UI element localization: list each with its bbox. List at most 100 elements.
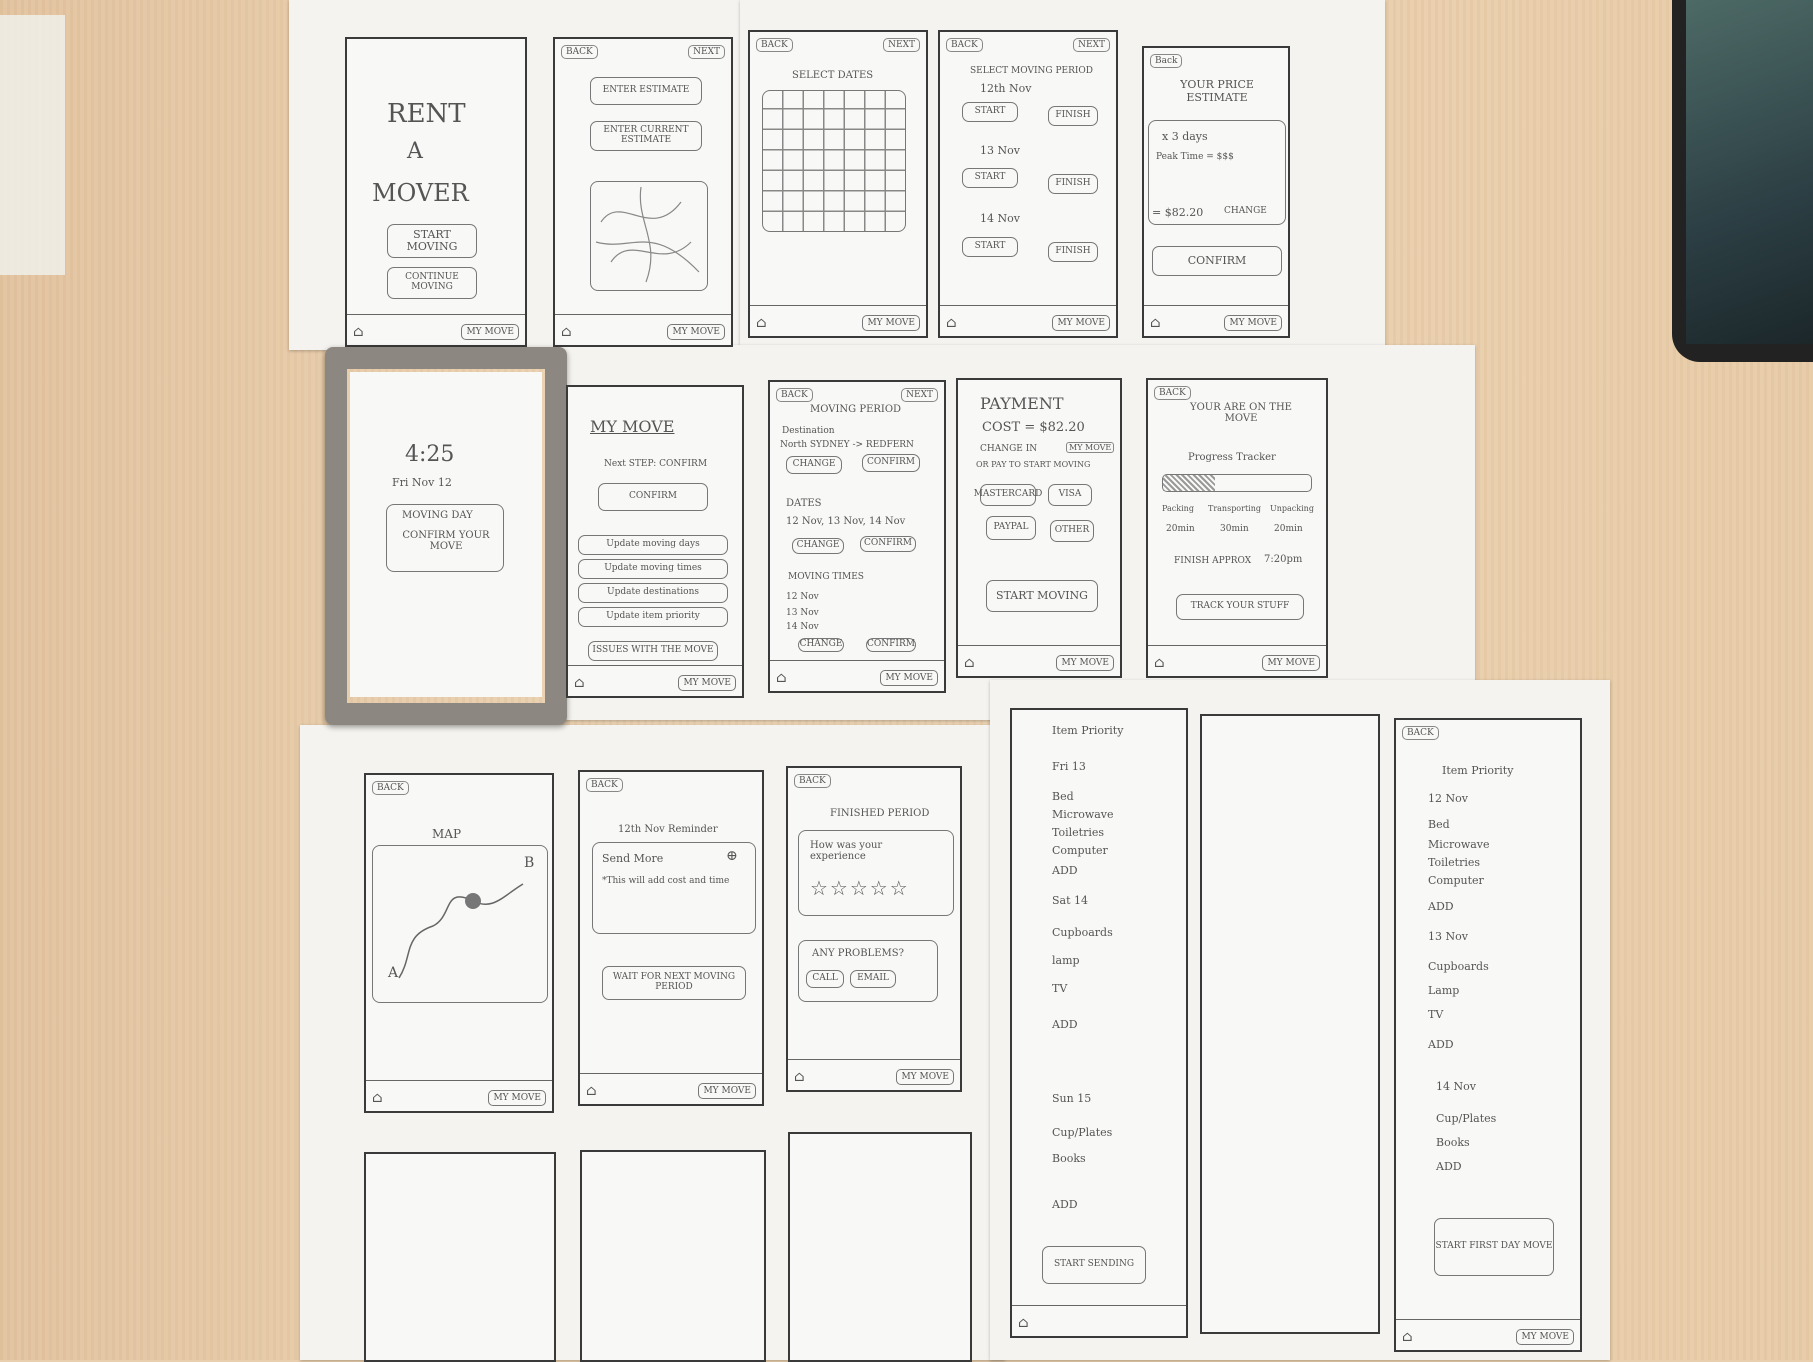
finish-button[interactable]: FINISH	[1048, 174, 1098, 194]
back-button[interactable]: BACK	[372, 781, 409, 795]
my-move-button[interactable]: MY MOVE	[880, 670, 938, 686]
confirm-button[interactable]: CONFIRM	[866, 638, 916, 652]
next-button[interactable]: NEXT	[688, 45, 725, 59]
days-label: x 3 days	[1162, 130, 1208, 143]
star-rating[interactable]: ☆☆☆☆☆	[810, 876, 910, 900]
back-button[interactable]: Back	[1150, 54, 1183, 68]
add-icon[interactable]: ⊕	[726, 848, 738, 864]
add-item-button[interactable]: ADD	[1428, 1038, 1454, 1051]
house-icon[interactable]: ⌂	[1018, 1315, 1029, 1331]
house-icon[interactable]: ⌂	[1154, 655, 1165, 671]
house-icon[interactable]: ⌂	[964, 655, 975, 671]
call-button[interactable]: CALL	[806, 970, 844, 988]
finish-button[interactable]: FINISH	[1048, 106, 1098, 126]
house-icon[interactable]: ⌂	[1402, 1329, 1413, 1345]
confirm-button[interactable]: CONFIRM	[598, 483, 708, 511]
my-move-button[interactable]: MY MOVE	[1224, 315, 1282, 331]
confirm-button[interactable]: CONFIRM	[860, 536, 916, 552]
my-move-button[interactable]: MY MOVE	[896, 1069, 954, 1085]
change-button[interactable]: CHANGE	[1224, 206, 1267, 216]
update-item-priority-button[interactable]: Update item priority	[578, 607, 728, 627]
calendar-grid[interactable]	[762, 90, 906, 232]
item-row: Cupboards	[1428, 960, 1489, 973]
my-move-button[interactable]: MY MOVE	[1262, 655, 1320, 671]
update-moving-times-button[interactable]: Update moving times	[578, 559, 728, 579]
update-destinations-button[interactable]: Update destinations	[578, 583, 728, 603]
my-move-button[interactable]: MY MOVE	[862, 315, 920, 331]
day-12-label: 12th Nov	[980, 82, 1032, 95]
next-button[interactable]: NEXT	[883, 38, 920, 52]
finish-button[interactable]: FINISH	[1048, 242, 1098, 262]
start-button[interactable]: START	[962, 168, 1018, 188]
change-button[interactable]: CHANGE	[798, 638, 844, 652]
issues-button[interactable]: ISSUES WITH THE MOVE	[588, 641, 718, 661]
start-moving-button[interactable]: START MOVING	[986, 580, 1098, 612]
house-icon[interactable]: ⌂	[353, 324, 364, 340]
add-item-button[interactable]: ADD	[1428, 900, 1454, 913]
confirm-button[interactable]: CONFIRM	[1152, 246, 1282, 276]
back-button[interactable]: BACK	[586, 778, 623, 792]
house-icon[interactable]: ⌂	[586, 1083, 597, 1099]
my-move-button[interactable]: MY MOVE	[488, 1090, 546, 1106]
house-icon[interactable]: ⌂	[1150, 315, 1161, 331]
empty-screen	[1200, 714, 1380, 1334]
back-button[interactable]: BACK	[756, 38, 793, 52]
next-button[interactable]: NEXT	[1073, 38, 1110, 52]
back-button[interactable]: BACK	[1154, 386, 1191, 400]
add-item-button[interactable]: ADD	[1052, 1198, 1078, 1211]
time-row-14: 14 Nov	[786, 622, 819, 632]
my-move-button[interactable]: MY MOVE	[678, 675, 736, 691]
finish-approx-label: FINISH APPROX	[1174, 556, 1252, 566]
back-button[interactable]: BACK	[946, 38, 983, 52]
confirm-button[interactable]: CONFIRM	[862, 454, 920, 472]
screen-item-priority-a: Item Priority Fri 13 Bed Microwave Toile…	[1010, 708, 1188, 1338]
start-button[interactable]: START	[962, 237, 1018, 257]
email-button[interactable]: EMAIL	[850, 970, 896, 988]
time-row-13: 13 Nov	[786, 608, 819, 618]
start-moving-button[interactable]: START MOVING	[387, 224, 477, 258]
back-button[interactable]: BACK	[794, 774, 831, 788]
day-sun-label: Sun 15	[1052, 1092, 1092, 1105]
item-row: Computer	[1428, 874, 1484, 887]
map-panel[interactable]	[372, 845, 548, 1003]
start-button[interactable]: START	[962, 102, 1018, 122]
house-icon[interactable]: ⌂	[776, 670, 787, 686]
paypal-button[interactable]: PAYPAL	[986, 516, 1036, 540]
packing-label: Packing	[1162, 504, 1194, 513]
my-move-button[interactable]: MY MOVE	[461, 324, 519, 340]
back-button[interactable]: BACK	[1402, 726, 1439, 740]
add-item-button[interactable]: ADD	[1052, 1018, 1078, 1031]
house-icon[interactable]: ⌂	[756, 315, 767, 331]
my-move-link[interactable]: MY MOVE	[1066, 442, 1115, 453]
enter-estimate-button[interactable]: ENTER ESTIMATE	[590, 77, 702, 105]
my-move-button[interactable]: MY MOVE	[1516, 1329, 1574, 1345]
reminder-title: 12th Nov Reminder	[618, 824, 718, 835]
house-icon[interactable]: ⌂	[794, 1069, 805, 1085]
house-icon[interactable]: ⌂	[372, 1090, 383, 1106]
add-item-button[interactable]: ADD	[1052, 864, 1078, 877]
my-move-button[interactable]: MY MOVE	[1056, 655, 1114, 671]
change-button[interactable]: CHANGE	[792, 538, 844, 554]
house-icon[interactable]: ⌂	[946, 315, 957, 331]
my-move-button[interactable]: MY MOVE	[667, 324, 725, 340]
continue-moving-button[interactable]: CONTINUE MOVING	[387, 267, 477, 299]
enter-current-estimate-button[interactable]: ENTER CURRENT ESTIMATE	[590, 121, 702, 151]
wait-button[interactable]: WAIT FOR NEXT MOVING PERIOD	[602, 966, 746, 1000]
back-button[interactable]: BACK	[561, 45, 598, 59]
next-button[interactable]: NEXT	[901, 388, 938, 402]
start-first-day-button[interactable]: START FIRST DAY MOVE	[1434, 1218, 1554, 1276]
other-button[interactable]: OTHER	[1050, 520, 1094, 542]
change-button[interactable]: CHANGE	[786, 456, 842, 474]
visa-button[interactable]: VISA	[1048, 484, 1092, 506]
house-icon[interactable]: ⌂	[574, 675, 585, 691]
my-move-button[interactable]: MY MOVE	[1052, 315, 1110, 331]
back-button[interactable]: BACK	[776, 388, 813, 402]
house-icon[interactable]: ⌂	[561, 324, 572, 340]
update-moving-days-button[interactable]: Update moving days	[578, 535, 728, 555]
track-your-stuff-button[interactable]: TRACK YOUR STUFF	[1176, 594, 1304, 620]
add-item-button[interactable]: ADD	[1436, 1160, 1462, 1173]
screen-item-priority-b: BACK Item Priority 12 Nov Bed Microwave …	[1394, 718, 1582, 1352]
mastercard-button[interactable]: MASTERCARD	[974, 484, 1042, 506]
my-move-button[interactable]: MY MOVE	[698, 1083, 756, 1099]
start-sending-button[interactable]: START SENDING	[1042, 1246, 1146, 1284]
